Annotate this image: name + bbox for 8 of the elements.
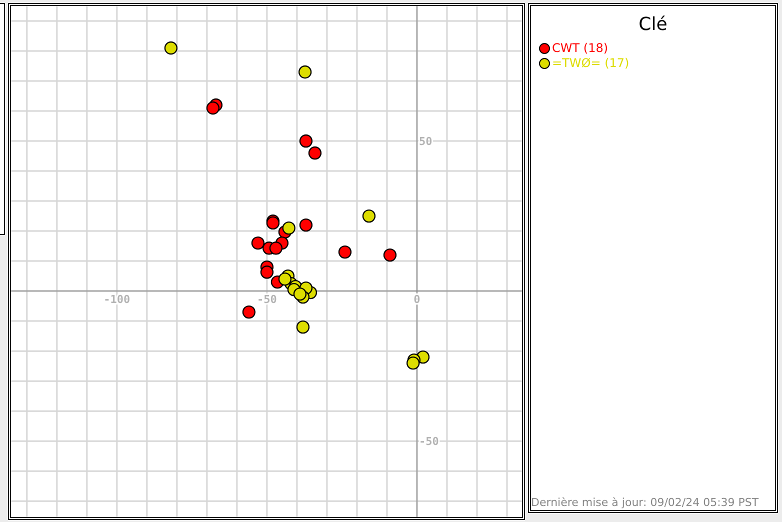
tick-label: -50 bbox=[418, 435, 439, 448]
tick-label: 50 bbox=[418, 135, 432, 148]
tick-label: -50 bbox=[257, 293, 277, 306]
legend-label: CWT (18) bbox=[552, 41, 608, 56]
last-updated-text: Dernière mise à jour: 09/02/24 05:39 PST bbox=[531, 496, 759, 510]
tick-label: -100 bbox=[104, 293, 130, 306]
legend-label: =TWØ= (17) bbox=[552, 56, 630, 71]
legend-title: Clé bbox=[638, 13, 668, 37]
